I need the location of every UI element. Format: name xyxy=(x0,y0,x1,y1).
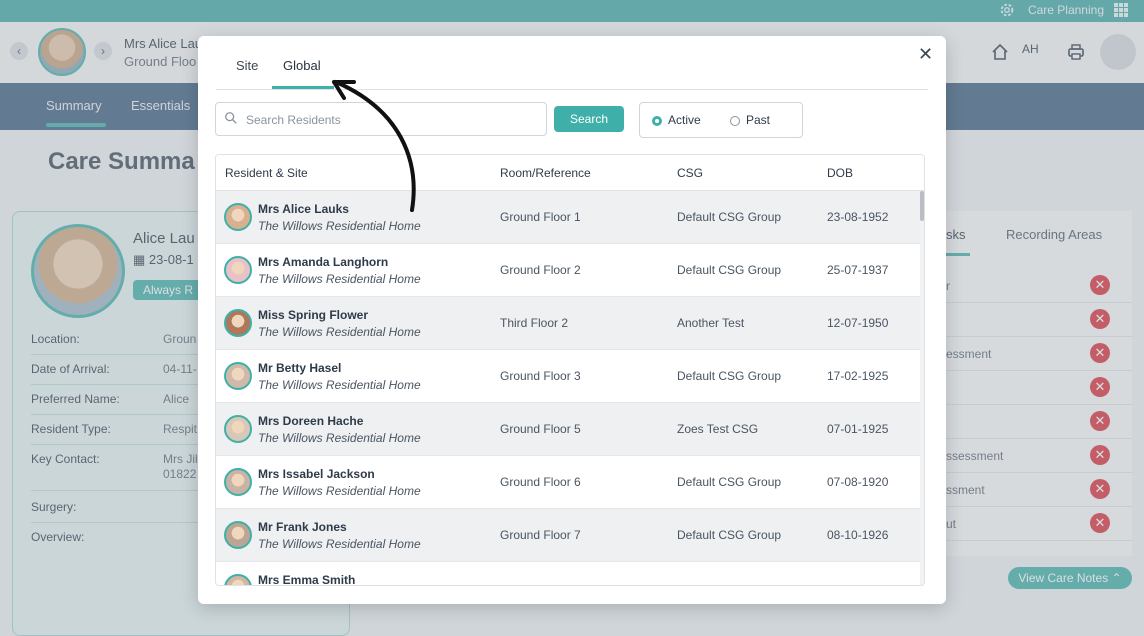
csg: Another Test xyxy=(677,316,745,330)
resident-avatar xyxy=(224,468,252,496)
resident-avatar xyxy=(224,203,252,231)
dob: 23-08-1952 xyxy=(827,210,889,224)
resident-avatar xyxy=(224,309,252,337)
table-row[interactable]: Mr Betty Hasel The Willows Residential Ho… xyxy=(216,350,920,403)
tab-site[interactable]: Site xyxy=(236,58,258,73)
column-header: CSG xyxy=(677,166,704,180)
resident-site: The Willows Residential Home xyxy=(258,484,421,498)
search-input[interactable] xyxy=(244,109,538,131)
resident-name: Mr Betty Hasel xyxy=(258,361,342,375)
dob: 17-02-1925 xyxy=(827,369,889,383)
room-reference: Ground Floor 6 xyxy=(500,475,581,489)
csg: Default CSG Group xyxy=(677,263,782,277)
resident-site: The Willows Residential Home xyxy=(258,219,421,233)
resident-name: Mrs Doreen Hache xyxy=(258,414,364,428)
room-reference: Third Floor 2 xyxy=(500,316,569,330)
column-header: Room/Reference xyxy=(500,166,591,180)
resident-site: The Willows Residential Home xyxy=(258,378,421,392)
active-tab-indicator xyxy=(272,86,334,89)
dob: 08-10-1926 xyxy=(827,528,889,542)
radio-label: Past xyxy=(746,113,771,127)
resident-avatar xyxy=(224,521,252,549)
resident-name: Miss Spring Flower xyxy=(258,308,369,322)
table-row[interactable]: Mrs Alice Lauks The Willows Residential H… xyxy=(216,191,920,244)
resident-site: The Willows Residential Home xyxy=(258,325,421,339)
table-row[interactable]: Mrs Emma Smith xyxy=(216,562,920,585)
search-field[interactable] xyxy=(215,102,547,136)
room-reference: Ground Floor 1 xyxy=(500,210,581,224)
resident-avatar xyxy=(224,256,252,284)
room-reference: Ground Floor 5 xyxy=(500,422,581,436)
dob: 07-08-1920 xyxy=(827,475,889,489)
resident-name: Mrs Amanda Langhorn xyxy=(258,255,389,269)
status-filter: Active Past xyxy=(639,102,803,138)
resident-avatar xyxy=(224,415,252,443)
resident-name: Mrs Emma Smith xyxy=(258,573,356,585)
tab-global[interactable]: Global xyxy=(283,58,321,73)
resident-name: Mrs Issabel Jackson xyxy=(258,467,375,481)
residents-table: Resident & Site Room/Reference CSG DOB M… xyxy=(215,154,925,586)
resident-search-modal: Site Global ✕ Search Active Past Residen… xyxy=(198,36,946,604)
resident-avatar xyxy=(224,574,252,585)
table-row[interactable]: Miss Spring Flower The Willows Residentia… xyxy=(216,297,920,350)
radio-dot xyxy=(730,116,740,126)
column-header: Resident & Site xyxy=(225,166,308,180)
table-header: Resident & Site Room/Reference CSG DOB xyxy=(216,155,924,191)
resident-avatar xyxy=(224,362,252,390)
resident-name: Mr Frank Jones xyxy=(258,520,347,534)
dob: 25-07-1937 xyxy=(827,263,889,277)
table-body: Mrs Alice Lauks The Willows Residential H… xyxy=(216,191,920,585)
scrollbar-track[interactable] xyxy=(920,191,924,585)
search-icon xyxy=(225,112,237,124)
radio-label: Active xyxy=(668,113,701,127)
resident-site: The Willows Residential Home xyxy=(258,431,421,445)
resident-name: Mrs Alice Lauks xyxy=(258,202,349,216)
radio-past[interactable]: Past xyxy=(730,113,770,127)
resident-site: The Willows Residential Home xyxy=(258,537,421,551)
room-reference: Ground Floor 3 xyxy=(500,369,581,383)
radio-dot xyxy=(652,116,662,126)
resident-site: The Willows Residential Home xyxy=(258,272,421,286)
scrollbar-thumb[interactable] xyxy=(920,191,924,221)
csg: Default CSG Group xyxy=(677,475,782,489)
dob: 07-01-1925 xyxy=(827,422,889,436)
search-button[interactable]: Search xyxy=(554,106,624,132)
close-icon[interactable]: ✕ xyxy=(918,44,933,65)
room-reference: Ground Floor 2 xyxy=(500,263,581,277)
column-header: DOB xyxy=(827,166,854,180)
room-reference: Ground Floor 7 xyxy=(500,528,581,542)
csg: Default CSG Group xyxy=(677,369,782,383)
radio-active[interactable]: Active xyxy=(652,113,701,127)
csg: Zoes Test CSG xyxy=(677,422,759,436)
csg: Default CSG Group xyxy=(677,528,782,542)
dob: 12-07-1950 xyxy=(827,316,889,330)
table-row[interactable]: Mr Frank Jones The Willows Residential Ho… xyxy=(216,509,920,562)
table-row[interactable]: Mrs Issabel Jackson The Willows Residenti… xyxy=(216,456,920,509)
tab-divider xyxy=(216,89,928,90)
table-row[interactable]: Mrs Amanda Langhorn The Willows Residenti… xyxy=(216,244,920,297)
csg: Default CSG Group xyxy=(677,210,782,224)
table-row[interactable]: Mrs Doreen Hache The Willows Residential … xyxy=(216,403,920,456)
